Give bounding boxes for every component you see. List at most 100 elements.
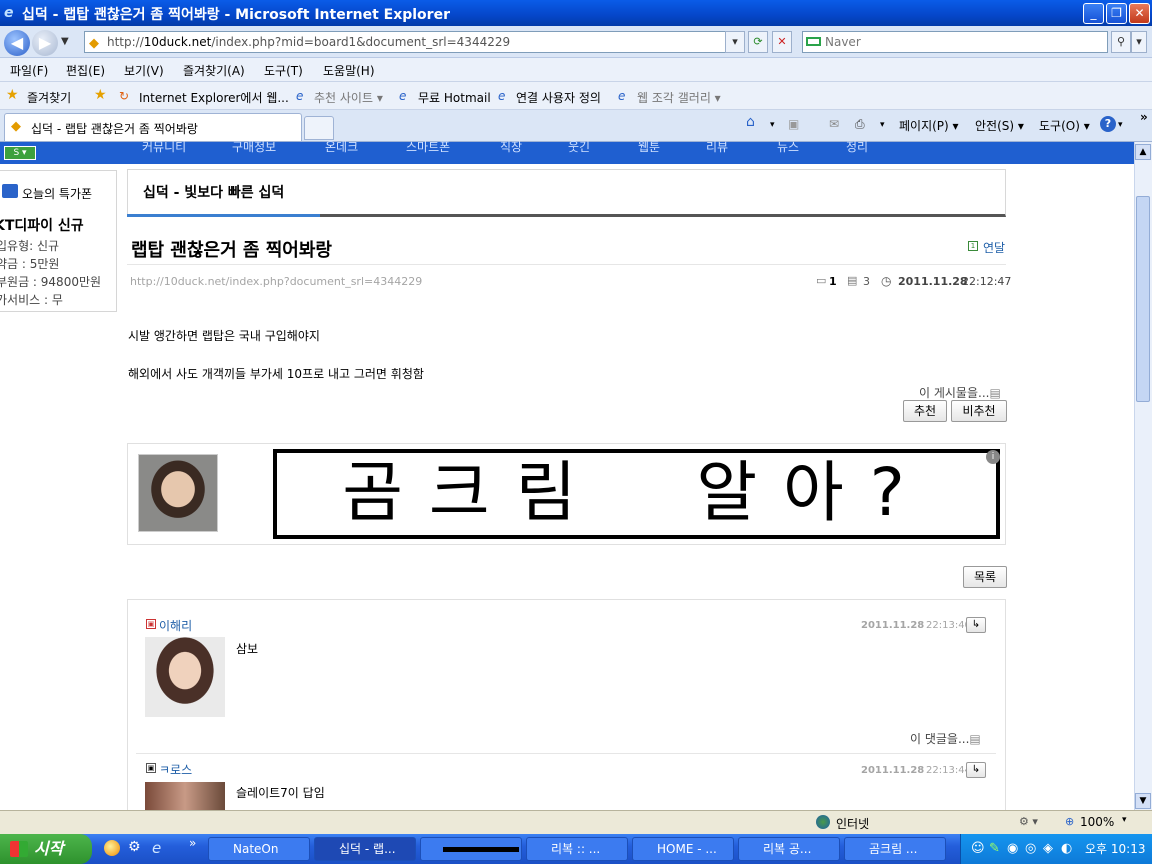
document-icon: ▤ bbox=[969, 732, 981, 746]
home-icon[interactable]: ⌂ bbox=[746, 114, 755, 130]
menu-tools[interactable]: 도구(T) bbox=[264, 62, 303, 79]
coupon-box[interactable]: 오늘의 특가폰 KT디파이 신규 입유형: 신규 약금 : 5만원 부원금 : … bbox=[0, 170, 117, 312]
search-input[interactable]: Naver bbox=[802, 31, 1108, 53]
site-nav-item[interactable]: 웃긴 bbox=[568, 138, 590, 155]
tray-icon[interactable]: ◉ bbox=[1007, 834, 1018, 864]
page-menu[interactable]: 페이지(P) ▾ bbox=[899, 117, 959, 134]
site-nav-item[interactable]: 스마트폰 bbox=[406, 138, 450, 155]
quicklaunch-more-icon[interactable]: » bbox=[189, 836, 196, 850]
task-home[interactable]: HOME - ... bbox=[632, 837, 734, 861]
reply-icon[interactable]: ↳ bbox=[966, 617, 986, 633]
history-dropdown-icon[interactable]: ▼ bbox=[61, 36, 69, 47]
tab-current[interactable]: ◆ 십덕 - 랩탑 괜찮은거 좀 찍어봐랑 bbox=[4, 113, 302, 141]
tray-icon[interactable]: ✎ bbox=[989, 834, 1000, 864]
site-nav-item[interactable]: 웹툰 bbox=[638, 138, 660, 155]
site-nav-item[interactable]: 직장 bbox=[500, 138, 522, 155]
system-tray: ☺ ✎ ◉ ◎ ◈ ◐ 오후 10:13 bbox=[960, 834, 1152, 864]
fav-link-suggested[interactable]: 추천 사이트 ▾ bbox=[314, 89, 383, 106]
site-nav-item[interactable]: 구매정보 bbox=[232, 138, 276, 155]
not-recommend-button[interactable]: 비추천 bbox=[951, 400, 1007, 422]
site-favicon-icon: ◆ bbox=[11, 119, 21, 134]
coupon-line: 약금 : 5만원 bbox=[0, 257, 60, 271]
recommend-button[interactable]: 추천 bbox=[903, 400, 947, 422]
zoom-level[interactable]: 100% bbox=[1080, 815, 1114, 829]
new-tab-button[interactable] bbox=[304, 116, 334, 140]
site-nav-item[interactable]: 뉴스 bbox=[777, 138, 799, 155]
clock[interactable]: 오후 10:13 bbox=[1085, 834, 1145, 864]
print-dropdown-icon[interactable]: ▾ bbox=[880, 120, 885, 130]
maximize-button[interactable]: ❐ bbox=[1106, 3, 1127, 24]
task-reebok-official[interactable]: 리복 공... bbox=[738, 837, 840, 861]
comment-menu[interactable]: 이 댓글을...▤ bbox=[910, 730, 981, 747]
scroll-up-icon[interactable]: ▲ bbox=[1135, 144, 1151, 160]
fav-link-ie[interactable]: Internet Explorer에서 웹... bbox=[139, 89, 289, 106]
comment-text: 슬레이트7이 답임 bbox=[236, 786, 325, 800]
zoom-dropdown-icon[interactable]: ▾ bbox=[1122, 815, 1127, 825]
scroll-down-icon[interactable]: ▼ bbox=[1135, 793, 1151, 809]
tray-icon[interactable]: ◎ bbox=[1025, 834, 1036, 864]
tray-icon[interactable]: ☺ bbox=[971, 834, 985, 864]
fav-link-hotmail[interactable]: 무료 Hotmail bbox=[418, 89, 491, 106]
feeds-icon[interactable]: ▣ bbox=[788, 117, 799, 131]
close-button[interactable]: ✕ bbox=[1129, 3, 1150, 24]
site-nav-item[interactable]: 리뷰 bbox=[706, 138, 728, 155]
site-nav-item[interactable]: 커뮤니티 bbox=[142, 138, 186, 155]
add-favorite-icon[interactable]: ★ bbox=[94, 87, 107, 103]
safety-menu[interactable]: 안전(S) ▾ bbox=[975, 117, 1024, 134]
refresh-icon[interactable]: ⟳ bbox=[748, 31, 768, 53]
forward-button[interactable]: ▶ bbox=[32, 30, 58, 56]
chevron-more-icon[interactable]: » bbox=[1140, 110, 1148, 124]
ie-page-icon: e bbox=[498, 89, 506, 103]
menu-view[interactable]: 보기(V) bbox=[124, 62, 164, 79]
menu-favorites[interactable]: 즐겨찾기(A) bbox=[183, 62, 245, 79]
fav-link-gallery[interactable]: 웹 조각 갤러리 ▾ bbox=[637, 89, 721, 106]
mail-icon[interactable]: ✉ bbox=[829, 117, 839, 131]
menu-file[interactable]: 파일(F) bbox=[10, 62, 48, 79]
stop-icon[interactable]: ✕ bbox=[772, 31, 792, 53]
coupon-product: KT디파이 신규 bbox=[0, 218, 84, 234]
minimize-button[interactable]: _ bbox=[1083, 3, 1104, 24]
menu-help[interactable]: 도움말(H) bbox=[323, 62, 375, 79]
site-nav-item[interactable]: 온데크 bbox=[325, 138, 358, 155]
board-tab[interactable]: 십덕 - 빛보다 빠른 십덕 bbox=[127, 169, 320, 217]
back-button[interactable]: ◀ bbox=[4, 30, 30, 56]
favorites-button[interactable]: 즐겨찾기 bbox=[27, 89, 71, 106]
site-switch-icon[interactable]: S ▾ bbox=[4, 146, 36, 160]
search-options-icon[interactable]: ▾ bbox=[1131, 31, 1147, 53]
quicklaunch-icon[interactable] bbox=[104, 840, 120, 856]
tools-menu[interactable]: 도구(O) ▾ bbox=[1039, 117, 1090, 134]
post-menu[interactable]: 이 게시물을...▤ bbox=[919, 384, 1001, 401]
ie-quicklaunch-icon[interactable]: e bbox=[152, 839, 161, 857]
comment-author[interactable]: ㅋ로스 bbox=[159, 761, 192, 778]
post-permalink[interactable]: http://10duck.net/index.php?document_srl… bbox=[130, 275, 422, 288]
fav-link-customize[interactable]: 연결 사용자 정의 bbox=[516, 89, 601, 106]
bus-icon bbox=[2, 184, 18, 198]
task-10duck[interactable]: 십덕 - 랩... bbox=[314, 837, 416, 861]
comment-author[interactable]: 이해리 bbox=[159, 617, 192, 634]
search-icon[interactable]: ⚲ bbox=[1111, 31, 1131, 53]
task-hidden[interactable] bbox=[420, 837, 522, 861]
profile-photo bbox=[138, 454, 218, 532]
info-icon[interactable]: i bbox=[986, 450, 1000, 464]
task-reebok[interactable]: 리복 :: ... bbox=[526, 837, 628, 861]
tray-icon[interactable]: ◐ bbox=[1061, 834, 1072, 864]
print-icon[interactable]: ⎙ bbox=[855, 117, 865, 132]
protected-mode-icon[interactable]: ⚙ ▾ bbox=[1019, 815, 1038, 828]
help-dropdown-icon[interactable]: ▾ bbox=[1118, 120, 1123, 130]
menu-edit[interactable]: 편집(E) bbox=[66, 62, 105, 79]
address-dropdown-icon[interactable]: ▾ bbox=[725, 31, 745, 53]
quicklaunch-icon[interactable]: ⚙ bbox=[128, 839, 141, 855]
list-button[interactable]: 목록 bbox=[963, 566, 1007, 588]
task-gomcream[interactable]: 곰크림 ... bbox=[844, 837, 946, 861]
address-field[interactable]: ◆ http://10duck.net/index.php?mid=board1… bbox=[84, 31, 743, 53]
tray-icon[interactable]: ◈ bbox=[1043, 834, 1053, 864]
task-nateon[interactable]: NateOn bbox=[208, 837, 310, 861]
help-icon[interactable]: ? bbox=[1100, 116, 1116, 132]
reply-icon[interactable]: ↳ bbox=[966, 762, 986, 778]
scroll-thumb[interactable] bbox=[1136, 196, 1150, 402]
home-dropdown-icon[interactable]: ▾ bbox=[770, 120, 775, 130]
post-author[interactable]: 연달 bbox=[983, 239, 1005, 256]
start-button[interactable]: 시작 bbox=[0, 834, 92, 864]
read-count: 3 bbox=[863, 275, 870, 288]
site-nav-item[interactable]: 정리 bbox=[846, 138, 868, 155]
